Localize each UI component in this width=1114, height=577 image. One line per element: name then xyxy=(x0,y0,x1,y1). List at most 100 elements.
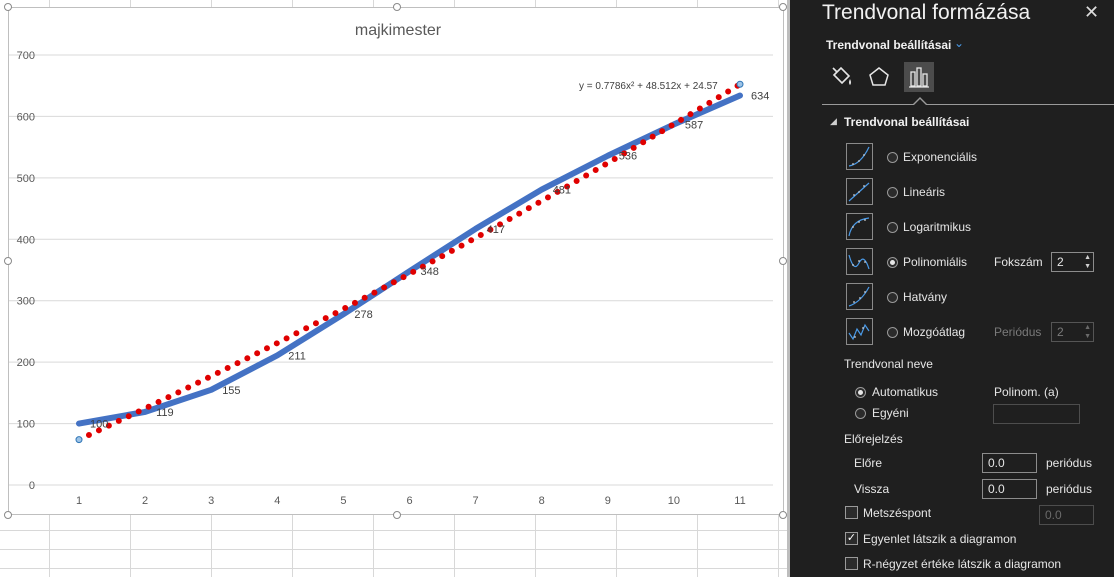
effects-pentagon-icon[interactable] xyxy=(864,62,894,92)
backward-input[interactable]: 0.0 xyxy=(982,479,1037,499)
x-tick-label: 5 xyxy=(340,495,346,507)
forward-input[interactable]: 0.0 xyxy=(982,453,1037,473)
backward-label: Vissza xyxy=(854,482,890,496)
radio-linear[interactable] xyxy=(887,187,898,198)
moving-average-trend-icon xyxy=(846,318,873,345)
resize-handle-bottom-right[interactable] xyxy=(779,511,787,519)
label-moving-average[interactable]: Mozgóátlag xyxy=(903,325,965,339)
radio-polynomial[interactable] xyxy=(887,257,898,268)
trendline-equation-label[interactable]: y = 0.7786x² + 48.512x + 24.57 xyxy=(579,81,718,92)
order-spinner[interactable]: 2 ▲ ▼ xyxy=(1051,252,1094,272)
trendline-end-handle xyxy=(736,80,744,88)
x-tick-label: 8 xyxy=(539,495,545,507)
radio-power[interactable] xyxy=(887,292,898,303)
label-power[interactable]: Hatvány xyxy=(903,290,947,304)
x-tick-label: 6 xyxy=(406,495,412,507)
radio-exponential[interactable] xyxy=(887,152,898,163)
radio-name-custom[interactable] xyxy=(855,408,866,419)
section-header[interactable]: Trendvonal beállításai xyxy=(844,115,969,129)
chart-title[interactable]: majkimester xyxy=(355,22,442,39)
x-tick-label: 3 xyxy=(208,495,214,507)
intercept-label[interactable]: Metszéspont xyxy=(863,506,931,520)
pane-title: Trendvonal formázása xyxy=(822,1,1031,24)
label-polynomial[interactable]: Polinomiális xyxy=(903,255,967,269)
gridlines xyxy=(9,54,773,486)
data-label: 211 xyxy=(288,350,306,362)
y-tick-label: 300 xyxy=(17,296,35,308)
trendline[interactable] xyxy=(75,80,744,444)
y-tick-label: 100 xyxy=(17,419,35,431)
backward-unit: periódus xyxy=(1046,482,1093,496)
x-tick-label: 7 xyxy=(473,495,479,507)
worksheet[interactable]: majkimester 0 100 200 300 400 500 600 700 1 2 3 4 5… xyxy=(0,0,790,577)
label-linear[interactable]: Lineáris xyxy=(903,185,945,199)
x-axis-labels[interactable]: 1 2 3 4 5 6 7 8 9 10 11 xyxy=(76,495,746,507)
automatic-name-value: Polinom. (a) xyxy=(994,385,1059,399)
chevron-down-icon[interactable]: ⌄ xyxy=(954,36,964,50)
polynomial-trend-icon xyxy=(846,248,873,275)
x-tick-label: 2 xyxy=(142,495,148,507)
y-tick-label: 200 xyxy=(17,357,35,369)
series-line[interactable] xyxy=(76,92,743,427)
row-gridline xyxy=(0,530,790,531)
data-label: 481 xyxy=(553,185,571,197)
collapse-triangle-icon[interactable]: ◢ xyxy=(830,116,837,127)
radio-name-automatic[interactable] xyxy=(855,387,866,398)
exponential-trend-icon xyxy=(846,143,873,170)
y-tick-label: 500 xyxy=(17,173,35,185)
trendline-name-heading: Trendvonal neve xyxy=(844,357,933,371)
resize-handle-top[interactable] xyxy=(393,3,401,11)
series-polyline xyxy=(76,92,743,427)
spinner-arrows-icon: ▲ ▼ xyxy=(1084,324,1091,340)
resize-handle-right[interactable] xyxy=(779,257,787,265)
x-tick-label: 10 xyxy=(668,495,680,507)
linear-trend-icon xyxy=(846,178,873,205)
bar-chart-options-icon[interactable] xyxy=(904,62,934,92)
data-label: 278 xyxy=(354,309,372,321)
label-exponential[interactable]: Exponenciális xyxy=(903,150,977,164)
resize-handle-top-right[interactable] xyxy=(779,3,787,11)
custom-name-input[interactable] xyxy=(993,404,1080,424)
order-value: 2 xyxy=(1057,255,1064,269)
spinner-arrows-icon[interactable]: ▲ ▼ xyxy=(1084,253,1091,271)
intercept-checkbox[interactable] xyxy=(845,506,858,519)
close-icon[interactable]: ✕ xyxy=(1084,2,1099,23)
x-tick-label: 1 xyxy=(76,495,82,507)
y-tick-label: 400 xyxy=(17,234,35,246)
y-tick-label: 700 xyxy=(17,50,35,62)
radio-logarithmic[interactable] xyxy=(887,222,898,233)
chart-svg: majkimester 0 100 200 300 400 500 600 700 1 2 3 4 5… xyxy=(9,22,773,507)
show-equation-label[interactable]: Egyenlet látszik a diagramon xyxy=(863,532,1016,546)
data-label: 634 xyxy=(751,91,769,103)
x-tick-label: 11 xyxy=(734,495,745,507)
show-r-squared-label[interactable]: R-négyzet értéke látszik a diagramon xyxy=(863,557,1061,571)
period-spinner: 2 ▲ ▼ xyxy=(1051,322,1094,342)
chart-area[interactable]: majkimester 0 100 200 300 400 500 600 700 1 2 3 4 5… xyxy=(8,7,784,515)
row-gridline xyxy=(0,549,790,550)
resize-handle-left[interactable] xyxy=(4,257,12,265)
options-dropdown[interactable]: Trendvonal beállításai xyxy=(826,38,951,52)
resize-handle-bottom[interactable] xyxy=(393,511,401,519)
show-equation-checkbox[interactable]: ✓ xyxy=(845,532,858,545)
label-logarithmic[interactable]: Logaritmikus xyxy=(903,220,971,234)
resize-handle-top-left[interactable] xyxy=(4,3,12,11)
label-name-automatic[interactable]: Automatikus xyxy=(872,385,938,399)
forward-unit: periódus xyxy=(1046,456,1093,470)
show-r-squared-checkbox[interactable] xyxy=(845,557,858,570)
y-axis-labels[interactable]: 0 100 200 300 400 500 600 700 xyxy=(17,50,35,492)
format-trendline-pane: Trendvonal formázása ✕ Trendvonal beállí… xyxy=(790,0,1114,577)
x-tick-label: 9 xyxy=(605,495,611,507)
fill-line-icon[interactable] xyxy=(826,62,856,92)
label-name-custom[interactable]: Egyéni xyxy=(872,406,909,420)
logarithmic-trend-icon xyxy=(846,213,873,240)
x-tick-label: 4 xyxy=(274,495,280,507)
resize-handle-bottom-left[interactable] xyxy=(4,511,12,519)
forward-label: Előre xyxy=(854,456,883,470)
data-label: 100 xyxy=(90,419,108,431)
period-value: 2 xyxy=(1057,325,1064,339)
data-label: 587 xyxy=(685,119,703,131)
order-label: Fokszám xyxy=(994,255,1043,269)
trendline-start-handle xyxy=(75,436,83,444)
tab-divider xyxy=(822,104,1114,105)
radio-moving-average[interactable] xyxy=(887,327,898,338)
